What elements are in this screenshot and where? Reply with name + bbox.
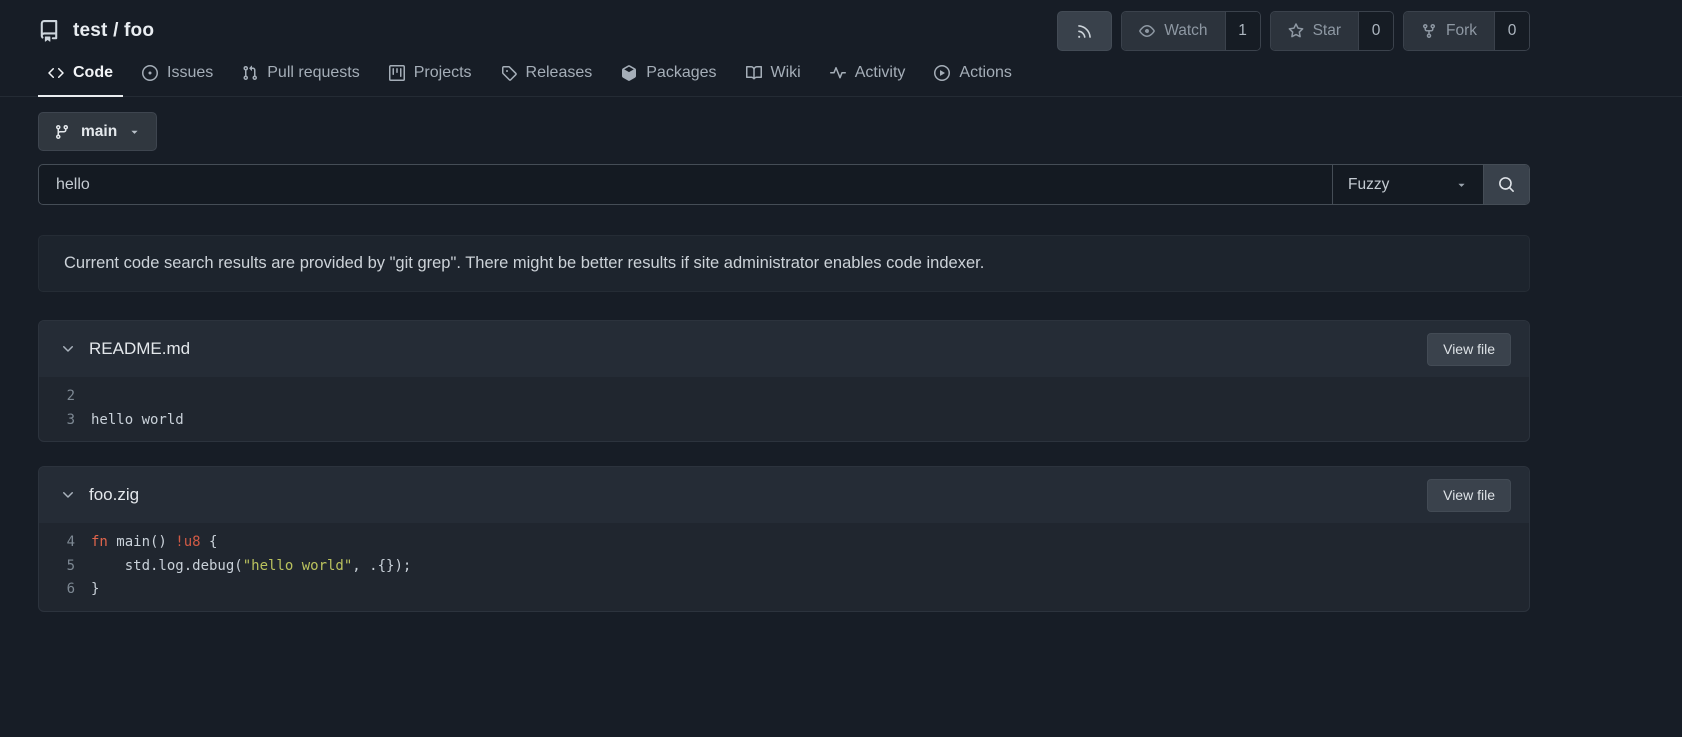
tab-label: Actions: [959, 64, 1012, 81]
code-line: 5 std.log.debug("hello world", .{});: [39, 555, 1529, 579]
star-button[interactable]: Star: [1270, 12, 1358, 50]
search-icon: [1498, 176, 1515, 193]
line-number: 6: [66, 581, 75, 597]
code-line: 4 fn main() !u8 {: [39, 531, 1529, 555]
tab-label: Wiki: [770, 64, 801, 81]
result-filename[interactable]: foo.zig: [89, 485, 139, 505]
tab-label: Code: [73, 64, 113, 81]
view-file-button[interactable]: View file: [1427, 478, 1511, 512]
tab-projects[interactable]: Projects: [379, 53, 482, 97]
book-icon: [745, 65, 762, 81]
eye-icon: [1139, 23, 1156, 39]
repo-name[interactable]: test / foo: [73, 20, 154, 42]
watch-label: Watch: [1164, 22, 1208, 39]
star-count[interactable]: 0: [1358, 12, 1393, 50]
branch-row: main: [38, 112, 1530, 151]
result-filename[interactable]: README.md: [89, 339, 190, 359]
fork-button[interactable]: Fork: [1404, 12, 1494, 50]
tab-activity[interactable]: Activity: [820, 53, 916, 97]
pulse-icon: [829, 65, 846, 81]
search-result-readme: README.md View file 2 3 hello world: [38, 320, 1530, 442]
chevron-down-icon[interactable]: [60, 341, 76, 357]
code-line: 3 hello world: [39, 409, 1529, 433]
search-input[interactable]: [39, 165, 1332, 204]
repo-title[interactable]: test / foo: [38, 20, 154, 42]
tab-label: Issues: [167, 64, 214, 81]
rss-icon: [1076, 23, 1093, 40]
tab-label: Pull requests: [267, 64, 360, 81]
dropdown-caret-icon: [128, 125, 141, 138]
watch-count[interactable]: 1: [1224, 12, 1260, 50]
tab-actions[interactable]: Actions: [924, 53, 1021, 97]
fork-button-group: Fork 0: [1403, 11, 1530, 51]
chevron-down-icon[interactable]: [60, 487, 76, 503]
issue-opened-icon: [142, 65, 158, 81]
tab-packages[interactable]: Packages: [611, 53, 726, 97]
line-number: 2: [66, 388, 75, 404]
git-pull-request-icon: [242, 65, 258, 81]
rss-button[interactable]: [1057, 11, 1113, 51]
package-icon: [621, 65, 637, 81]
branch-selector[interactable]: main: [38, 112, 158, 151]
repo-icon: [38, 20, 60, 42]
repo-header: test / foo Watch 1 Star 0 Fork 0: [38, 0, 1530, 51]
code-search-bar: Fuzzy: [38, 164, 1530, 205]
tab-issues[interactable]: Issues: [132, 53, 223, 97]
tab-label: Activity: [854, 64, 906, 81]
watch-button-group: Watch 1: [1121, 11, 1261, 51]
code-snippet: 2 3 hello world: [39, 377, 1529, 441]
search-mode-dropdown[interactable]: Fuzzy: [1332, 165, 1483, 204]
line-number: 4: [66, 534, 75, 550]
search-mode-value: Fuzzy: [1348, 175, 1390, 193]
tab-pull-requests[interactable]: Pull requests: [232, 53, 370, 97]
result-header: foo.zig View file: [39, 467, 1529, 523]
repo-forked-icon: [1421, 23, 1437, 39]
tab-wiki[interactable]: Wiki: [736, 53, 811, 97]
tab-code[interactable]: Code: [38, 53, 123, 97]
code-line: 6 }: [39, 578, 1529, 602]
code-line: 2: [39, 385, 1529, 409]
git-grep-notice: Current code search results are provided…: [38, 235, 1530, 292]
code-snippet: 4 fn main() !u8 { 5 std.log.debug("hello…: [39, 523, 1529, 611]
star-icon: [1288, 23, 1304, 39]
tab-label: Packages: [646, 64, 717, 81]
fork-label: Fork: [1446, 22, 1477, 39]
tab-releases[interactable]: Releases: [491, 53, 603, 97]
play-icon: [934, 65, 951, 81]
search-button[interactable]: [1483, 165, 1529, 204]
line-number: 3: [66, 411, 75, 428]
search-result-foozig: foo.zig View file 4 fn main() !u8 { 5 st…: [38, 466, 1530, 612]
branch-name: main: [81, 122, 118, 140]
star-button-group: Star 0: [1269, 11, 1394, 51]
project-icon: [388, 65, 405, 81]
result-header: README.md View file: [39, 321, 1529, 377]
star-label: Star: [1312, 22, 1341, 39]
view-file-button[interactable]: View file: [1427, 332, 1511, 366]
repo-tabbar: Code Issues Pull requests Projects Relea…: [0, 53, 1682, 97]
line-number: 5: [66, 557, 75, 574]
dropdown-caret-icon: [1455, 178, 1468, 191]
tag-icon: [501, 65, 517, 81]
code-icon: [48, 65, 64, 81]
fork-count[interactable]: 0: [1494, 12, 1529, 50]
repo-actions: Watch 1 Star 0 Fork 0: [1057, 11, 1530, 51]
tab-label: Releases: [525, 64, 593, 81]
tab-label: Projects: [413, 64, 472, 81]
watch-button[interactable]: Watch: [1122, 12, 1225, 50]
git-branch-icon: [54, 124, 70, 140]
